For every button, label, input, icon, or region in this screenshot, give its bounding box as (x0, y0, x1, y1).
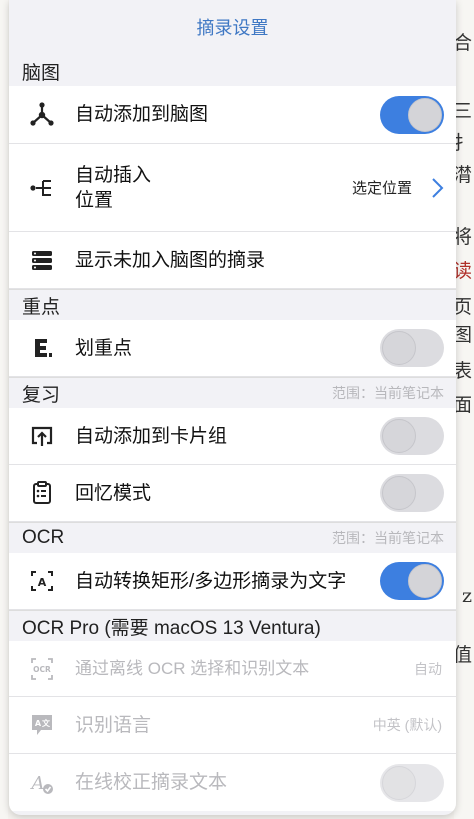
background-right-strip: 合三扌潸将读页图表面z值 (453, 0, 474, 819)
row-label: 自动插入 位置 (75, 164, 152, 211)
toggle-knob (408, 97, 442, 132)
svg-text:A: A (35, 719, 42, 728)
recall-mode-toggle[interactable] (380, 474, 444, 512)
stack-list-icon (29, 247, 55, 273)
row-label: 自动转换矩形/多边形摘录为文字 (75, 570, 347, 592)
row-label: 识别语言 (75, 714, 152, 736)
mark-highlight-toggle[interactable] (380, 329, 444, 367)
text-check-icon: A (29, 770, 55, 796)
excerpt-settings-panel: 摘录设置 脑图 自动添加到脑图 自动插入 位置 选定位置 显示未加入脑图的摘录 … (9, 0, 456, 815)
section-title: 重点 (22, 296, 61, 318)
mindmap-node-icon (29, 101, 55, 128)
section-header-highlight: 重点 (9, 289, 456, 320)
row-recognition-language[interactable]: A文 识别语言 中英 (默认) (9, 697, 456, 754)
row-auto-add-mindmap: 自动添加到脑图 (9, 86, 456, 144)
toggle-knob (382, 765, 416, 800)
svg-text:A: A (30, 773, 45, 794)
scope-note: 范围：当前笔记本 (332, 530, 444, 546)
row-show-unadded[interactable]: 显示未加入脑图的摘录 (9, 232, 456, 289)
section-title: 脑图 (22, 62, 61, 84)
background-text-char: z (461, 585, 472, 607)
highlight-e-icon (29, 335, 55, 361)
row-label: 自动添加到卡片组 (75, 425, 228, 447)
section-title: OCR Pro (需要 macOS 13 Ventura) (22, 617, 321, 639)
row-label: 显示未加入脑图的摘录 (75, 249, 266, 271)
chevron-right-icon (432, 177, 444, 198)
toggle-knob (382, 419, 416, 453)
ocr-convert-toggle[interactable] (380, 562, 444, 600)
insert-position-value: 选定位置 (351, 180, 412, 197)
section-header-mindmap: 脑图 (9, 56, 456, 86)
toggle-knob (408, 564, 442, 598)
scope-note: 范围：当前笔记本 (332, 385, 444, 401)
ocr-text-scan-icon: A (29, 568, 55, 594)
row-label: 划重点 (75, 337, 133, 359)
section-header-review: 复习 范围：当前笔记本 (9, 377, 456, 408)
row-recall-mode: 回忆模式 (9, 465, 456, 522)
row-auto-insert-position[interactable]: 自动插入 位置 选定位置 (9, 144, 456, 232)
ocr-chip-icon: OCR (29, 656, 55, 682)
panel-title: 摘录设置 (9, 0, 456, 56)
card-upload-icon (29, 423, 55, 449)
translate-icon: A文 (29, 712, 55, 738)
toggle-knob (382, 331, 416, 365)
section-title: 复习 (22, 384, 61, 406)
recognition-language-value: 中英 (默认) (372, 717, 442, 733)
background-left-strip (0, 0, 8, 819)
offline-ocr-value: 自动 (414, 660, 442, 677)
row-label: 自动添加到脑图 (75, 104, 209, 125)
toggle-knob (382, 476, 416, 510)
row-auto-add-cards: 自动添加到卡片组 (9, 408, 456, 465)
section-header-ocr-pro: OCR Pro (需要 macOS 13 Ventura) (9, 610, 456, 641)
row-label: 回忆模式 (75, 482, 152, 504)
section-title: OCR (22, 527, 65, 548)
row-label: 在线校正摘录文本 (75, 772, 228, 793)
svg-text:A: A (38, 576, 47, 589)
auto-add-cards-toggle[interactable] (380, 417, 444, 455)
row-label: 通过离线 OCR 选择和识别文本 (75, 658, 310, 678)
insert-position-icon (29, 175, 55, 201)
section-header-ocr: OCR 范围：当前笔记本 (9, 522, 456, 553)
row-offline-ocr[interactable]: OCR 通过离线 OCR 选择和识别文本 自动 (9, 641, 456, 697)
row-mark-highlight: 划重点 (9, 320, 456, 377)
auto-add-mindmap-toggle[interactable] (380, 95, 444, 134)
row-online-correction: A 在线校正摘录文本 (9, 754, 456, 811)
online-correction-toggle[interactable] (380, 763, 444, 802)
clipboard-recall-icon (29, 480, 55, 506)
svg-text:文: 文 (42, 718, 51, 728)
row-ocr-convert: A 自动转换矩形/多边形摘录为文字 (9, 553, 456, 610)
svg-text:OCR: OCR (33, 665, 51, 674)
